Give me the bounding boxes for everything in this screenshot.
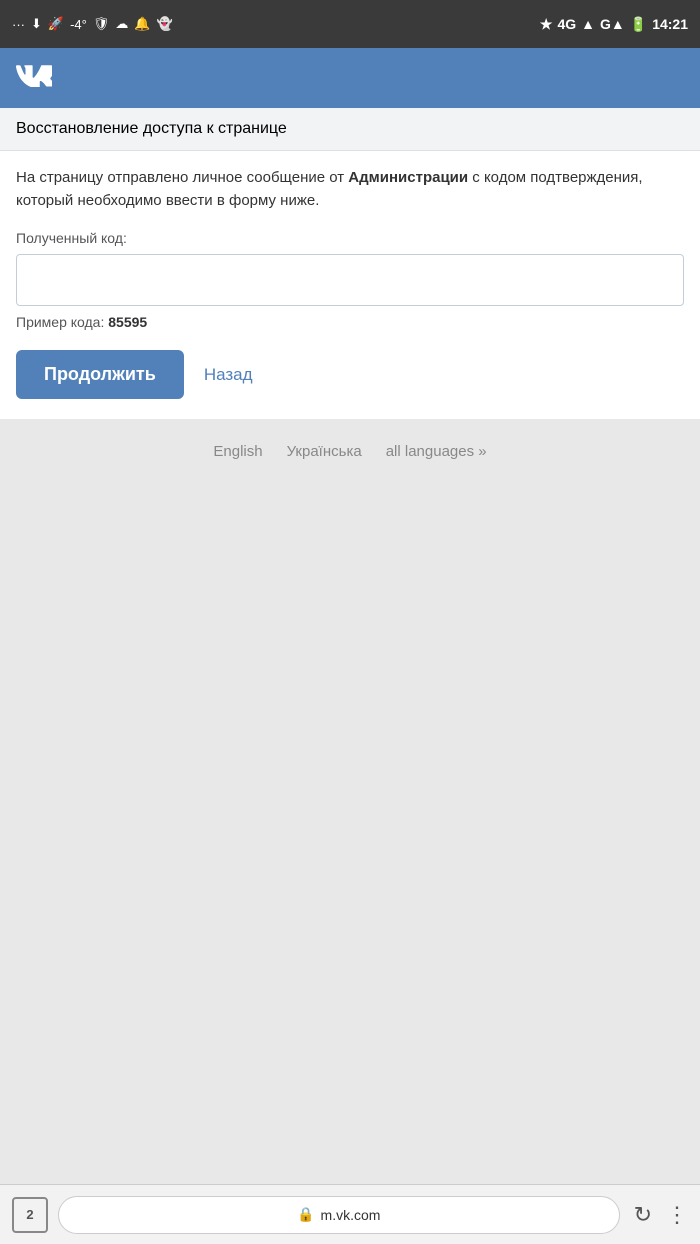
temperature: -4°	[70, 17, 87, 32]
ukrainian-language-link[interactable]: Українська	[287, 443, 362, 1160]
page-title: Восстановление доступа к странице	[16, 120, 287, 137]
browser-menu-button[interactable]: ⋮	[666, 1202, 688, 1228]
ghost-icon: 👻	[157, 16, 173, 32]
notification-dots: ···	[12, 17, 25, 32]
time: 14:21	[652, 16, 688, 32]
shield-icon: 🛡	[93, 16, 110, 32]
buttons-row: Продолжить Назад	[16, 350, 684, 399]
admin-bold: Администрации	[348, 169, 468, 186]
code-field-label: Полученный код:	[16, 230, 684, 246]
browser-bar: 2 🔒 m.vk.com ↻ ⋮	[0, 1184, 700, 1244]
example-code: 85595	[108, 314, 147, 330]
tab-count-button[interactable]: 2	[12, 1197, 48, 1233]
signal-g-icon: G▲	[600, 16, 625, 32]
english-language-link[interactable]: English	[213, 443, 262, 1160]
download-icon: ⬇	[31, 16, 42, 32]
network-4g: 4G	[557, 16, 576, 32]
code-example: Пример кода: 85595	[16, 314, 684, 330]
page-title-bar: Восстановление доступа к странице	[0, 108, 700, 151]
star-icon: ★	[540, 16, 553, 33]
url-text: m.vk.com	[321, 1207, 381, 1223]
status-right: ★ 4G ▲ G▲ 🔋 14:21	[540, 16, 688, 33]
alert-icon: 🔔	[134, 16, 150, 32]
status-bar: ··· ⬇ 🚀 -4° 🛡 ☁ 🔔 👻 ★ 4G ▲ G▲ 🔋 14:21	[0, 0, 700, 48]
main-content: На страницу отправлено личное сообщение …	[0, 151, 700, 419]
back-button[interactable]: Назад	[204, 365, 253, 385]
example-prefix: Пример кода:	[16, 314, 108, 330]
description-part1: На страницу отправлено личное сообщение …	[16, 169, 348, 186]
battery-icon: 🔋	[630, 16, 647, 33]
vk-header	[0, 48, 700, 108]
weather-icon: ☁	[115, 16, 128, 32]
rocket-icon: 🚀	[48, 16, 64, 32]
all-languages-link[interactable]: all languages »	[386, 443, 487, 1160]
vk-logo	[16, 62, 52, 94]
lock-icon: 🔒	[297, 1206, 314, 1223]
status-left: ··· ⬇ 🚀 -4° 🛡 ☁ 🔔 👻	[12, 16, 173, 32]
description-text: На страницу отправлено личное сообщение …	[16, 167, 684, 212]
url-bar[interactable]: 🔒 m.vk.com	[58, 1196, 620, 1234]
language-footer: English Українська all languages »	[0, 419, 700, 1184]
code-input[interactable]	[16, 254, 684, 306]
continue-button[interactable]: Продолжить	[16, 350, 184, 399]
signal-icon: ▲	[581, 16, 595, 32]
reload-button[interactable]: ↻	[634, 1202, 652, 1228]
